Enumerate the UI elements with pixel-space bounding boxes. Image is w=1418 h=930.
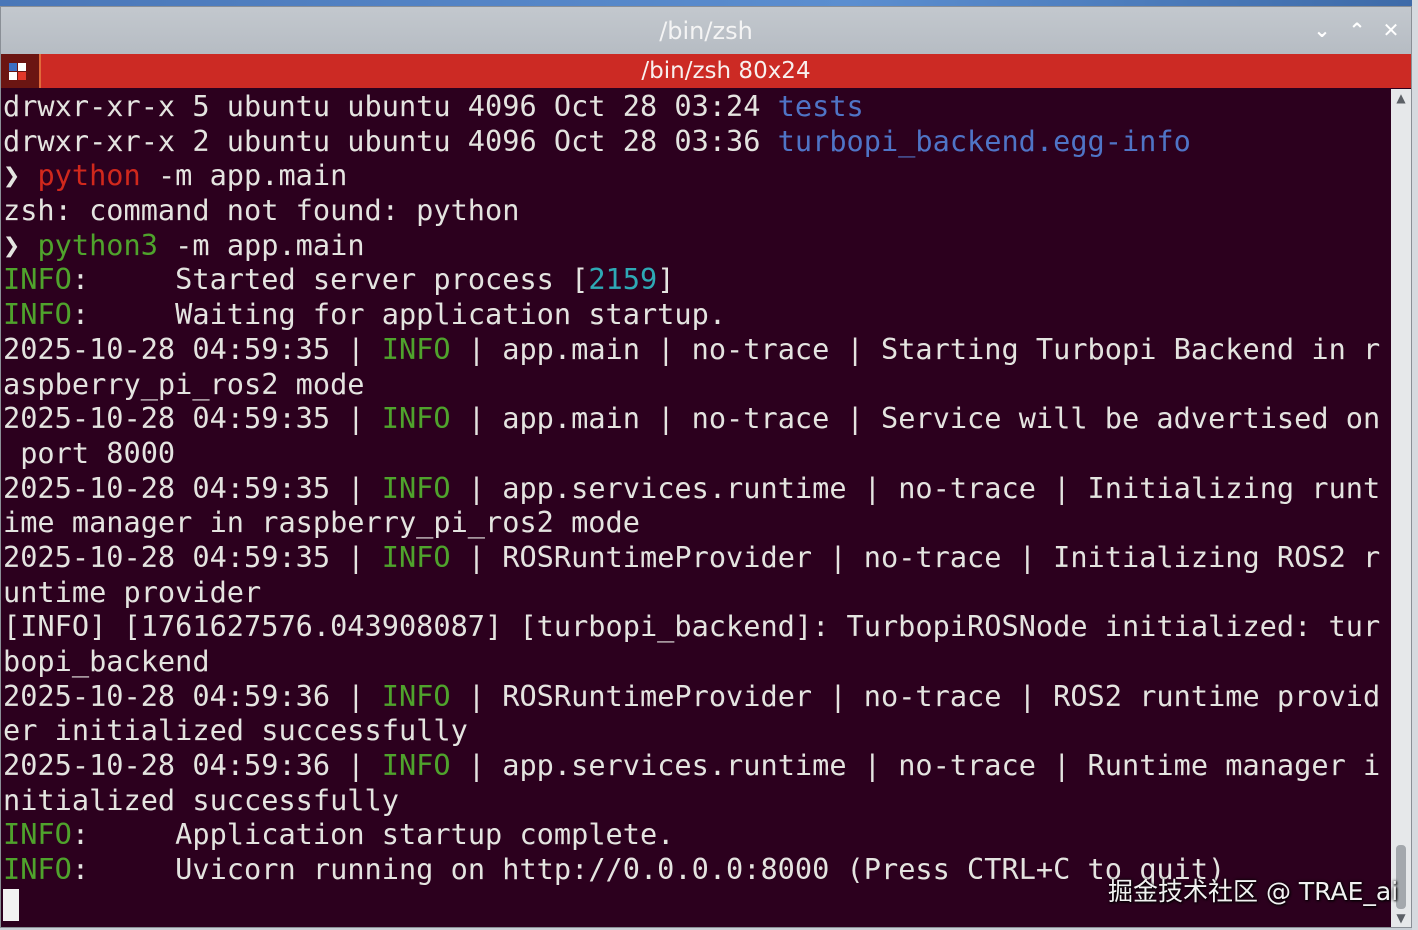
terminal-line: ❯ python3 -m app.main bbox=[3, 228, 1389, 263]
terminal-text: -m app.main bbox=[140, 158, 348, 193]
terminal-text: 2025-10-28 04:59:36 | bbox=[3, 748, 382, 783]
terminal-text: : Application startup complete. bbox=[71, 817, 675, 852]
terminal-text: INFO bbox=[381, 678, 451, 713]
terminal-app-icon[interactable] bbox=[1, 54, 41, 88]
scroll-down-arrow-icon[interactable]: ▼ bbox=[1391, 909, 1411, 927]
terminal-line: zsh: command not found: python bbox=[3, 193, 1389, 228]
terminal-line: 2025-10-28 04:59:36 | INFO | ROSRuntimeP… bbox=[3, 679, 1389, 714]
terminal-text: INFO bbox=[381, 401, 451, 436]
vertical-scrollbar[interactable]: ▲ ▼ bbox=[1391, 89, 1411, 927]
terminal-text: INFO bbox=[3, 262, 72, 297]
close-button[interactable]: ✕ bbox=[1376, 15, 1406, 45]
terminal-text: INFO bbox=[381, 748, 451, 783]
terminal-text: tests bbox=[777, 89, 864, 123]
terminal-text: 2025-10-28 04:59:36 | bbox=[3, 678, 382, 713]
terminal-text: python bbox=[37, 158, 141, 193]
terminal-text: | ROSRuntimeProvider | no-trace | Initia… bbox=[450, 539, 1381, 574]
terminal-text: | app.services.runtime | no-trace | Runt… bbox=[450, 748, 1381, 783]
terminal-text: INFO bbox=[381, 331, 451, 366]
terminal-text: zsh: command not found: python bbox=[3, 193, 520, 228]
terminal-text: bopi_backend bbox=[3, 644, 210, 678]
terminal-line: port 8000 bbox=[3, 436, 1389, 471]
scroll-up-arrow-icon[interactable]: ▲ bbox=[1391, 89, 1411, 107]
terminal-line: ❯ python -m app.main bbox=[3, 158, 1389, 193]
terminal-line: aspberry_pi_ros2 mode bbox=[3, 367, 1389, 402]
terminal-text: : Started server process [ bbox=[71, 262, 589, 297]
desktop-right-edge bbox=[1412, 0, 1418, 930]
watermark: 掘金技术社区 @ TRAE_ai bbox=[1108, 877, 1399, 906]
terminal-line: untime provider bbox=[3, 575, 1389, 610]
terminal-line: 2025-10-28 04:59:35 | INFO | app.main | … bbox=[3, 332, 1389, 367]
terminal-text: | app.main | no-trace | Service will be … bbox=[450, 401, 1381, 436]
terminal-text: 2159 bbox=[588, 262, 658, 297]
terminal-text: : Uvicorn running on http://0.0.0.0:8000… bbox=[71, 852, 1226, 887]
terminal-window: /bin/zsh ⌄ ⌃ ✕ /bin/zsh 80x24 drwxr-xr-x… bbox=[0, 6, 1412, 928]
minimize-button[interactable]: ⌄ bbox=[1307, 15, 1337, 45]
terminal-text: nitialized successfully bbox=[3, 782, 399, 817]
terminal-text: 2025-10-28 04:59:35 | bbox=[3, 331, 382, 366]
terminal-output[interactable]: drwxr-xr-x 5 ubuntu ubuntu 4096 Oct 28 0… bbox=[3, 89, 1389, 927]
terminal-line: 2025-10-28 04:59:35 | INFO | app.service… bbox=[3, 471, 1389, 506]
terminal-line: INFO: Started server process [2159] bbox=[3, 262, 1389, 297]
terminal-text: INFO bbox=[3, 817, 72, 852]
tab-title[interactable]: /bin/zsh 80x24 bbox=[41, 58, 1411, 84]
terminal-text: INFO bbox=[381, 470, 451, 505]
terminal-text: aspberry_pi_ros2 mode bbox=[3, 366, 365, 401]
terminal-text: 2025-10-28 04:59:35 | bbox=[3, 470, 382, 505]
terminal-text: untime provider bbox=[3, 574, 262, 609]
terminal-text: [INFO] [1761627576.043908087] [turbopi_b… bbox=[3, 609, 1381, 644]
terminal-line: er initialized successfully bbox=[3, 713, 1389, 748]
terminal-text: er initialized successfully bbox=[3, 713, 468, 748]
terminal-line: 2025-10-28 04:59:35 | INFO | app.main | … bbox=[3, 401, 1389, 436]
terminal-text: | app.services.runtime | no-trace | Init… bbox=[450, 470, 1381, 505]
terminal-text: INFO bbox=[3, 852, 72, 887]
maximize-button[interactable]: ⌃ bbox=[1342, 15, 1372, 45]
terminal-text: | app.main | no-trace | Starting Turbopi… bbox=[450, 331, 1381, 366]
terminal-line: drwxr-xr-x 2 ubuntu ubuntu 4096 Oct 28 0… bbox=[3, 124, 1389, 159]
terminal-text: ❯ bbox=[3, 158, 38, 193]
terminal-text: INFO bbox=[3, 297, 72, 332]
window-title: /bin/zsh bbox=[659, 17, 753, 45]
text-cursor bbox=[3, 888, 19, 921]
terminal-line: INFO: Waiting for application startup. bbox=[3, 297, 1389, 332]
terminal-line: INFO: Application startup complete. bbox=[3, 817, 1389, 852]
terminal-text: : Waiting for application startup. bbox=[71, 297, 727, 332]
terminal-text: -m app.main bbox=[157, 227, 365, 262]
terminal-line: drwxr-xr-x 5 ubuntu ubuntu 4096 Oct 28 0… bbox=[3, 89, 1389, 124]
terminal-line: [INFO] [1761627576.043908087] [turbopi_b… bbox=[3, 609, 1389, 644]
title-bar[interactable]: /bin/zsh ⌄ ⌃ ✕ bbox=[1, 7, 1411, 55]
terminal-text: port 8000 bbox=[3, 435, 176, 470]
terminal-text: python3 bbox=[37, 227, 158, 262]
terminal-text: drwxr-xr-x 5 ubuntu ubuntu 4096 Oct 28 0… bbox=[3, 89, 778, 123]
terminal-text: turbopi_backend.egg-info bbox=[777, 123, 1191, 158]
terminal-line: 2025-10-28 04:59:36 | INFO | app.service… bbox=[3, 748, 1389, 783]
terminal-line: ime manager in raspberry_pi_ros2 mode bbox=[3, 505, 1389, 540]
terminal-text: drwxr-xr-x 2 ubuntu ubuntu 4096 Oct 28 0… bbox=[3, 123, 778, 158]
terminal-line: nitialized successfully bbox=[3, 783, 1389, 818]
terminal-text: ime manager in raspberry_pi_ros2 mode bbox=[3, 505, 640, 540]
tab-bar: /bin/zsh 80x24 bbox=[1, 54, 1411, 88]
terminal-line: bopi_backend bbox=[3, 644, 1389, 679]
terminal-text: ] bbox=[657, 262, 675, 297]
terminal-text: 2025-10-28 04:59:35 | bbox=[3, 401, 382, 436]
terminal-text: 2025-10-28 04:59:35 | bbox=[3, 539, 382, 574]
terminal-text: ❯ bbox=[3, 227, 38, 262]
terminal-text: | ROSRuntimeProvider | no-trace | ROS2 r… bbox=[450, 678, 1381, 713]
terminal-line: 2025-10-28 04:59:35 | INFO | ROSRuntimeP… bbox=[3, 540, 1389, 575]
terminal-text: INFO bbox=[381, 539, 451, 574]
